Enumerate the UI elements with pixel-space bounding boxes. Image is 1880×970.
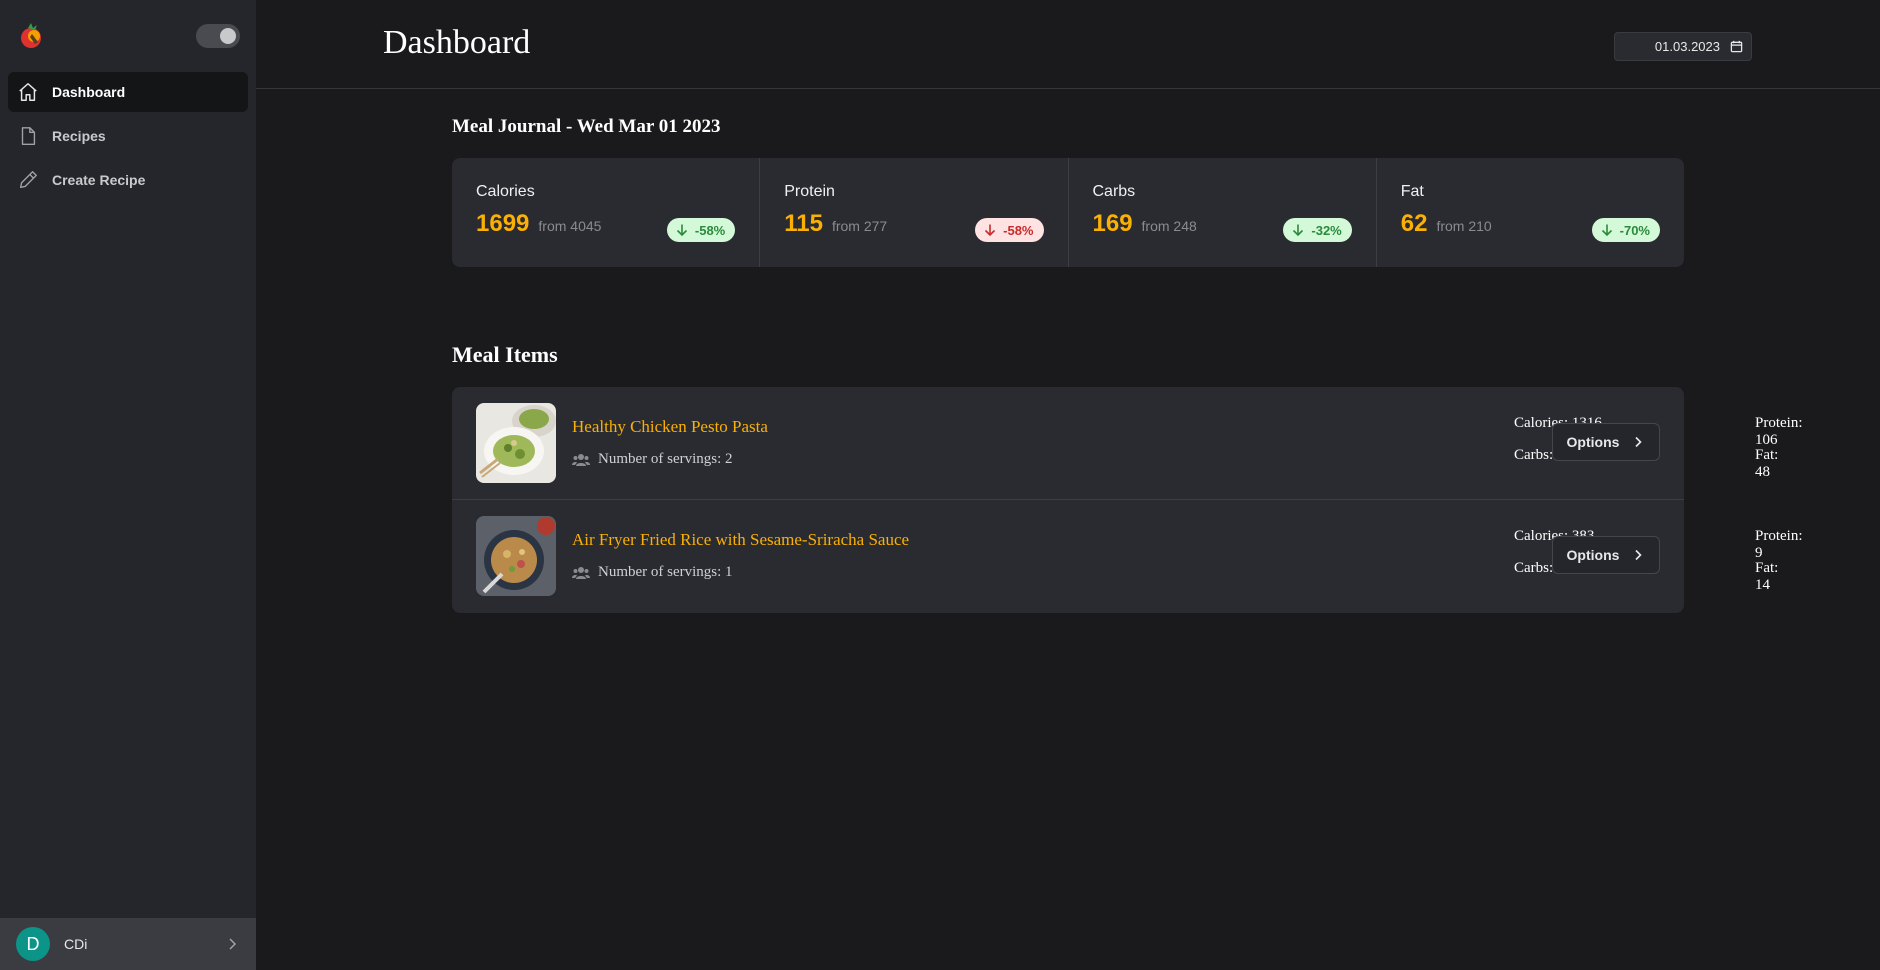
protein-value: Protein: 9 [1755,528,1803,561]
change-badge: -58% [975,218,1044,242]
meal-item-name[interactable]: Air Fryer Fried Rice with Sesame-Srirach… [572,530,909,550]
change-badge: -70% [1591,218,1660,242]
servings-info: Number of servings: 1 [572,564,733,581]
main-content: Dashboard 01.03.2023 Meal Journal - Wed … [256,0,1880,970]
users-icon [572,453,590,466]
avatar: D [16,927,50,961]
stat-from: from 277 [831,218,888,234]
change-badge: -58% [666,218,736,242]
stat-protein: Protein 115 from 277 -58% [760,158,1069,267]
options-button[interactable]: Options [1552,423,1660,461]
stats-panel: Calories 1699 from 4045 -58% Protein 115… [452,158,1684,267]
protein-value: Protein: 106 [1755,415,1803,448]
stat-calories: Calories 1699 from 4045 -58% [452,158,761,267]
journal-title: Meal Journal - Wed Mar 01 2023 [452,116,721,137]
servings-text: Number of servings: 2 [598,451,733,467]
sidebar-item-recipes[interactable]: Recipes [8,116,248,156]
user-menu[interactable]: D CDi [0,918,256,970]
stat-from: from 4045 [538,218,602,234]
change-value: -32% [1311,222,1342,238]
arrow-down-icon [985,224,996,237]
meal-thumbnail[interactable] [476,403,556,483]
meal-item: Healthy Chicken Pesto Pasta Number of se… [452,387,1803,500]
stat-label: Fat [1400,183,1424,200]
meal-items-title: Meal Items [452,342,558,367]
stat-label: Calories [476,183,535,200]
chevron-right-icon [1635,436,1643,448]
stat-carbs: Carbs 169 from 248 -32% [1069,158,1377,267]
calendar-icon[interactable] [1730,40,1743,53]
meal-items-list: Healthy Chicken Pesto Pasta Number of se… [452,387,1803,613]
page-title: Dashboard [383,24,531,61]
home-icon [16,80,40,104]
users-icon [572,566,590,579]
sidebar-header [0,0,256,72]
arrow-down-icon [676,224,687,237]
options-label: Options [1566,547,1620,563]
change-value: -70% [1619,222,1650,238]
stat-value: 62 [1400,210,1428,237]
stat-from: from 210 [1436,218,1492,234]
meal-thumbnail[interactable] [476,516,556,596]
chevron-right-icon [1635,549,1643,561]
file-icon [16,124,40,148]
stat-value: 115 [784,210,823,237]
date-value: 01.03.2023 [1654,39,1720,54]
stat-from: from 248 [1141,218,1197,234]
sidebar-item-dashboard[interactable]: Dashboard [8,72,248,112]
sidebar-item-label: Dashboard [52,84,126,100]
options-button[interactable]: Options [1552,536,1660,574]
sidebar: Dashboard Recipes Create Recipe D CDi [0,0,256,970]
servings-info: Number of servings: 2 [572,451,733,468]
sidebar-nav: Dashboard Recipes Create Recipe [0,72,256,200]
toggle-knob [220,28,236,44]
chevron-right-icon [229,938,237,950]
fat-value: Fat: 48 [1755,447,1779,480]
stat-value: 1699 [476,210,530,237]
theme-toggle[interactable] [196,24,240,48]
user-name: CDi [64,936,88,952]
stat-value: 169 [1092,210,1133,237]
change-value: -58% [694,222,726,238]
sidebar-item-label: Create Recipe [52,172,146,188]
arrow-down-icon [1293,224,1304,237]
sidebar-item-create-recipe[interactable]: Create Recipe [8,160,248,200]
servings-text: Number of servings: 1 [598,564,733,580]
arrow-down-icon [1601,224,1612,237]
date-picker-input[interactable]: 01.03.2023 [1614,32,1752,61]
meal-item-name[interactable]: Healthy Chicken Pesto Pasta [572,417,768,437]
fat-value: Fat: 14 [1755,560,1779,593]
app-root: Dashboard Recipes Create Recipe D CDi Da… [0,0,1880,970]
page-header: Dashboard 01.03.2023 [256,0,1880,89]
options-label: Options [1566,434,1620,450]
pencil-icon [16,168,40,192]
stat-label: Protein [784,183,835,200]
meal-item: Air Fryer Fried Rice with Sesame-Srirach… [452,500,1803,613]
tomato-logo-icon[interactable] [18,20,46,52]
sidebar-item-label: Recipes [52,128,106,144]
stat-label: Carbs [1092,183,1136,200]
change-badge: -32% [1283,218,1352,242]
stat-fat: Fat 62 from 210 -70% [1377,158,1684,267]
change-value: -58% [1003,222,1034,238]
